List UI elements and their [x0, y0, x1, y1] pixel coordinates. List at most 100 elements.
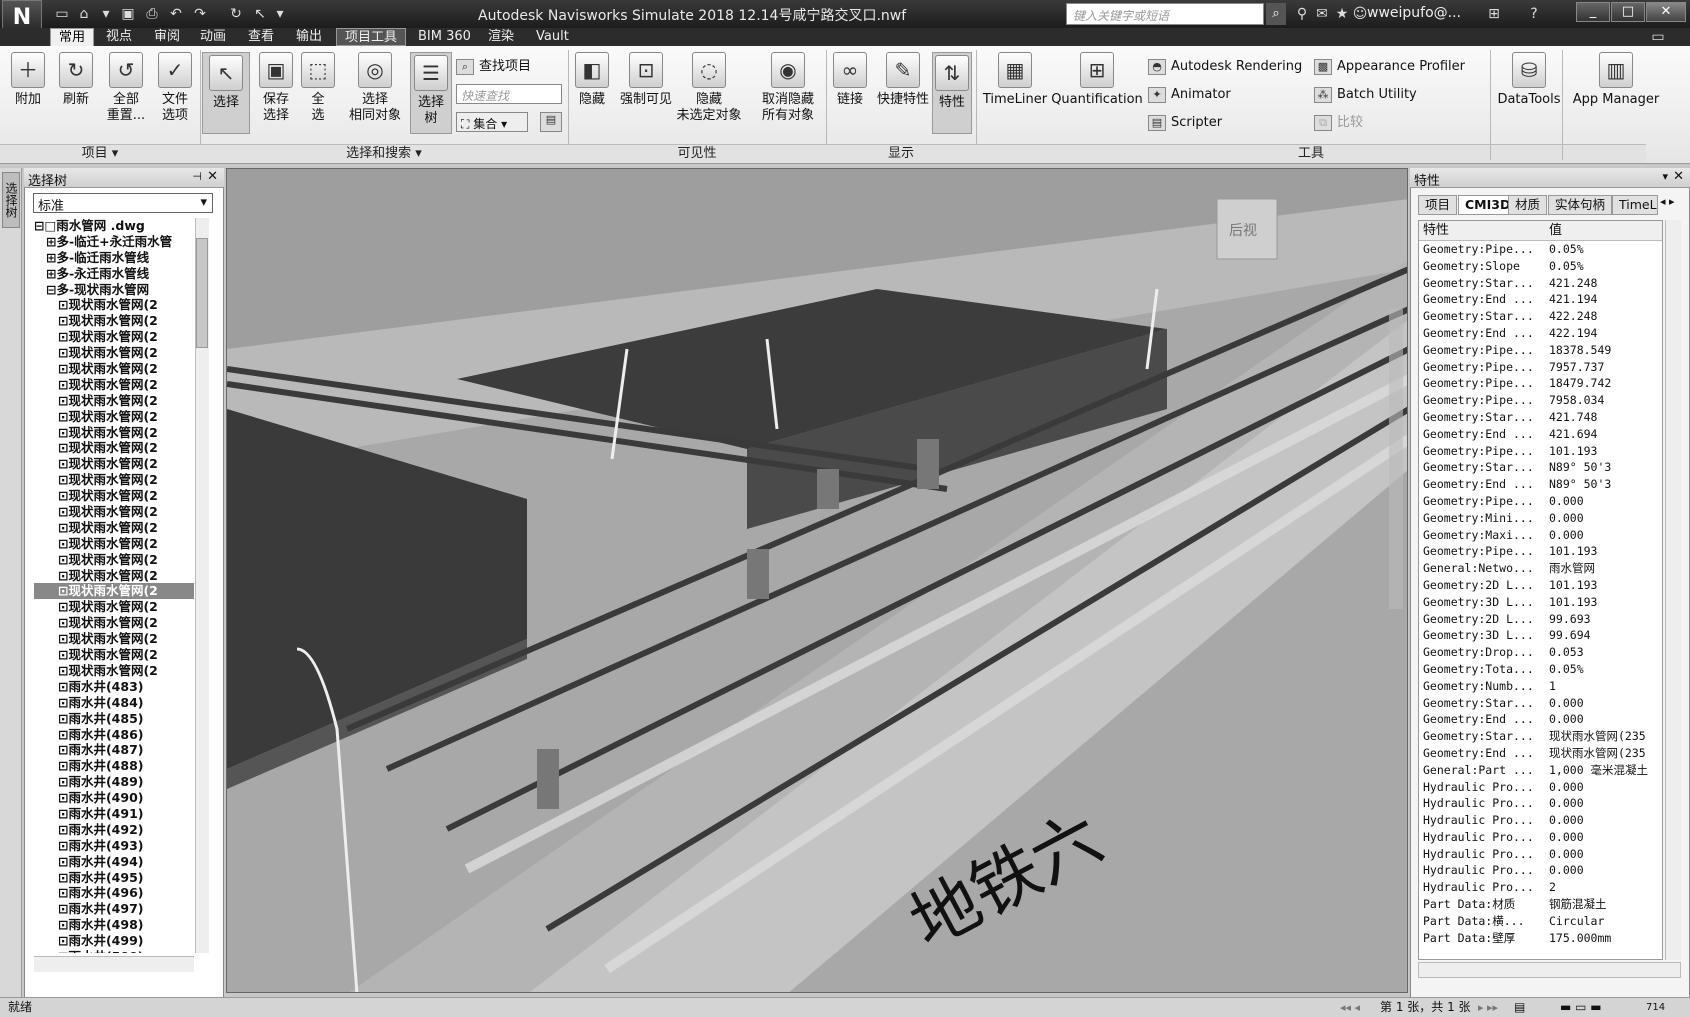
datatools-button[interactable]: ⛁ DataTools: [1494, 52, 1564, 108]
tree-item[interactable]: ⊡现状雨水管网(2: [34, 345, 194, 361]
property-row[interactable]: Geometry:Numb... 1: [1419, 678, 1662, 695]
property-row[interactable]: Geometry:3D L... 101.193: [1419, 594, 1662, 611]
tree-item[interactable]: ⊡现状雨水管网(2: [34, 329, 194, 345]
tree-item[interactable]: ⊡现状雨水管网(2: [34, 520, 194, 536]
quick-properties-button[interactable]: ✎ 快捷特性: [872, 52, 934, 108]
property-row[interactable]: Hydraulic Pro... 2: [1419, 879, 1662, 896]
property-row[interactable]: Geometry:Pipe... 7957.737: [1419, 359, 1662, 376]
tab-bim360[interactable]: BIM 360: [410, 28, 479, 46]
property-row[interactable]: General:Netwo... 雨水管网: [1419, 560, 1662, 577]
property-row[interactable]: Geometry:End ... 422.194: [1419, 325, 1662, 342]
property-row[interactable]: Geometry:Pipe... 101.193: [1419, 443, 1662, 460]
reset-all-button[interactable]: ↺ 全部 重置...: [102, 52, 150, 124]
tree-item[interactable]: ⊡雨水井(493): [34, 838, 194, 854]
redo-icon[interactable]: ↷: [190, 4, 210, 24]
undo-icon[interactable]: ↶: [166, 4, 186, 24]
scripter-button[interactable]: ▤ Scripter: [1148, 114, 1222, 132]
property-row[interactable]: Geometry:End ... N89° 50'3: [1419, 476, 1662, 493]
property-row[interactable]: Geometry:Pipe... 0.000: [1419, 493, 1662, 510]
property-row[interactable]: Hydraulic Pro... 0.000: [1419, 829, 1662, 846]
close-icon[interactable]: ✕: [1673, 169, 1684, 184]
property-row[interactable]: Geometry:2D L... 101.193: [1419, 577, 1662, 594]
quantification-button[interactable]: ⊞ Quantification: [1050, 52, 1144, 108]
tree-item[interactable]: ⊡现状雨水管网(2: [34, 647, 194, 663]
properties-button[interactable]: ⇅ 特性: [932, 52, 972, 134]
tree-item[interactable]: ⊡现状雨水管网(2: [34, 536, 194, 552]
dropdown-icon[interactable]: ▾: [96, 4, 116, 24]
tree-item[interactable]: ⊞多-临迁雨水管线: [34, 250, 194, 266]
cart-icon[interactable]: ⊞: [1484, 4, 1504, 24]
property-row[interactable]: Geometry:Pipe... 18479.742: [1419, 375, 1662, 392]
tab-home[interactable]: 常用: [50, 28, 95, 46]
tree-item[interactable]: ⊡雨水井(485): [34, 711, 194, 727]
properties-vertical-scrollbar[interactable]: [1665, 220, 1681, 960]
column-header-property[interactable]: 特性: [1423, 221, 1546, 241]
prop-tab-material[interactable]: 材质: [1508, 195, 1548, 215]
sheet-browser-icon[interactable]: ▤: [1514, 998, 1525, 1017]
select-icon[interactable]: ↖: [250, 4, 270, 24]
manage-sets-icon[interactable]: ▤: [540, 112, 562, 132]
property-row[interactable]: Hydraulic Pro... 0.000: [1419, 779, 1662, 796]
help-search-input[interactable]: 键入关键字或短语: [1066, 3, 1264, 25]
minimize-button[interactable]: _: [1576, 2, 1610, 22]
property-row[interactable]: Geometry:3D L... 99.694: [1419, 627, 1662, 644]
property-row[interactable]: Geometry:Maxi... 0.000: [1419, 527, 1662, 544]
property-row[interactable]: Geometry:Pipe... 0.05%: [1419, 241, 1662, 258]
refresh-button[interactable]: ↻ 刷新: [54, 52, 98, 108]
tree-item[interactable]: ⊡现状雨水管网(2: [34, 313, 194, 329]
animator-button[interactable]: ✦ Animator: [1148, 86, 1231, 104]
property-row[interactable]: Geometry:Star... 421.248: [1419, 275, 1662, 292]
save-icon[interactable]: ▣: [118, 4, 138, 24]
tab-viewpoint[interactable]: 视点: [98, 28, 140, 46]
tree-item[interactable]: ⊡现状雨水管网(2: [34, 361, 194, 377]
compare-button[interactable]: ⧉ 比较: [1314, 114, 1363, 132]
dock-tab-selection-tree[interactable]: 选择树: [2, 172, 20, 228]
dropdown-icon[interactable]: ▾: [270, 4, 290, 24]
tree-item[interactable]: ⊡现状雨水管网(2: [34, 631, 194, 647]
property-row[interactable]: Geometry:End ... 421.694: [1419, 426, 1662, 443]
tree-item[interactable]: ⊡现状雨水管网(2: [34, 568, 194, 584]
prop-tab-item[interactable]: 项目: [1418, 195, 1458, 215]
tree-item[interactable]: ⊡现状雨水管网(2: [34, 456, 194, 472]
property-row[interactable]: Hydraulic Pro... 0.000: [1419, 846, 1662, 863]
file-options-button[interactable]: ✓ 文件 选项: [152, 52, 198, 124]
tree-item[interactable]: ⊞多-永迁雨水管线: [34, 266, 194, 282]
property-row[interactable]: Geometry:Slope 0.05%: [1419, 258, 1662, 275]
tab-view[interactable]: 查看: [240, 28, 282, 46]
close-button[interactable]: ✕: [1646, 2, 1686, 22]
tree-item[interactable]: ⊡现状雨水管网(2: [34, 599, 194, 615]
tree-item[interactable]: ⊟多-现状雨水管网: [34, 282, 194, 298]
tab-item-tools[interactable]: 项目工具: [336, 28, 407, 46]
search-icon[interactable]: ⌕: [1266, 3, 1286, 25]
tree-item[interactable]: ⊡现状雨水管网(2: [34, 552, 194, 568]
tree-mode-dropdown[interactable]: 标准 ▾: [33, 193, 213, 214]
communication-icon[interactable]: ✉: [1312, 4, 1332, 24]
tree-item[interactable]: ⊡雨水井(489): [34, 774, 194, 790]
property-row[interactable]: Geometry:Star... 422.248: [1419, 308, 1662, 325]
hide-button[interactable]: ◧ 隐藏: [572, 52, 612, 108]
tree-item[interactable]: ⊡雨水井(490): [34, 790, 194, 806]
navigation-bar[interactable]: [1389, 309, 1403, 609]
tab-render[interactable]: 渲染: [480, 28, 522, 46]
tree-item[interactable]: ⊡雨水井(487): [34, 742, 194, 758]
tab-scroll-arrows[interactable]: ◂ ▸: [1660, 195, 1675, 208]
viewcube-label[interactable]: 后视: [1229, 223, 1257, 239]
tree-item[interactable]: ⊡雨水井(486): [34, 727, 194, 743]
tree-item[interactable]: ⊡现状雨水管网(2: [34, 440, 194, 456]
links-button[interactable]: ∞ 链接: [830, 52, 870, 108]
tab-animation[interactable]: 动画: [192, 28, 234, 46]
new-icon[interactable]: ▭: [52, 4, 72, 24]
sets-dropdown[interactable]: ⛶ 集合 ▾: [456, 112, 528, 132]
tree-item[interactable]: ⊡现状雨水管网(2: [34, 472, 194, 488]
select-all-button[interactable]: ⬚ 全 选: [300, 52, 336, 124]
property-row[interactable]: Geometry:End ... 421.194: [1419, 291, 1662, 308]
property-row[interactable]: Part Data:壁厚 175.000mm: [1419, 930, 1662, 947]
tab-review[interactable]: 审阅: [146, 28, 188, 46]
tree-item[interactable]: ⊡现状雨水管网(2: [34, 504, 194, 520]
property-row[interactable]: Hydraulic Pro... 0.000: [1419, 862, 1662, 879]
panel-project[interactable]: 项目 ▾: [0, 144, 200, 162]
print-icon[interactable]: ⎙: [142, 4, 162, 24]
find-items-button[interactable]: ⌕ 查找项目: [456, 58, 531, 76]
pin-icon[interactable]: ▾: [1662, 170, 1668, 183]
tree-item[interactable]: ⊡雨水井(488): [34, 758, 194, 774]
